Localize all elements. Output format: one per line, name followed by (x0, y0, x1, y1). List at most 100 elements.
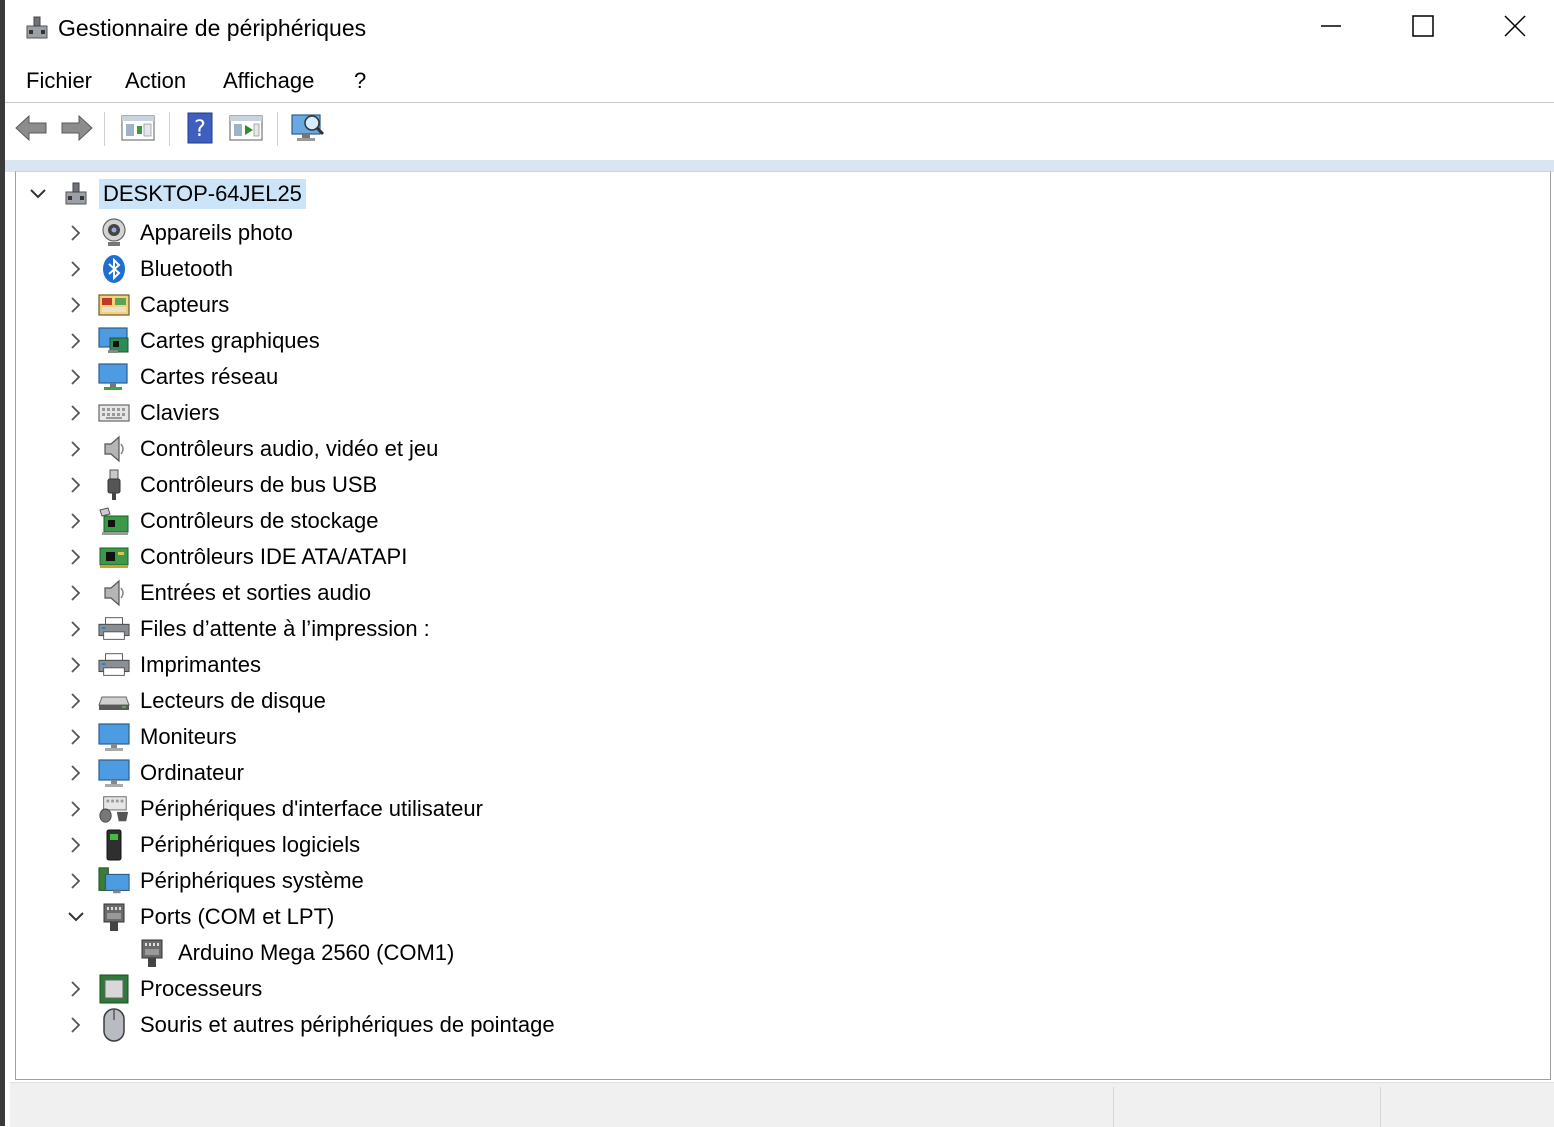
tree-category-label[interactable]: Claviers (140, 398, 219, 428)
update-driver-icon (229, 115, 263, 141)
properties-view-icon (121, 115, 155, 141)
camera-icon (98, 217, 130, 249)
chevron-right-icon (71, 369, 81, 385)
close-button[interactable] (1469, 0, 1554, 52)
tree-root-label[interactable]: DESKTOP-64JEL25 (99, 179, 306, 209)
category-expander[interactable] (66, 403, 86, 423)
tree-category-label[interactable]: Périphériques d'interface utilisateur (140, 794, 483, 824)
tree-category-label[interactable]: Entrées et sorties audio (140, 578, 371, 608)
bluetooth-icon (98, 253, 130, 285)
category-expander[interactable] (66, 547, 86, 567)
tree-category-label[interactable]: Processeurs (140, 974, 262, 1004)
category-expander[interactable] (66, 835, 86, 855)
properties-view-button[interactable] (120, 110, 156, 146)
storage-controller-icon (98, 505, 130, 537)
forward-arrow-icon (61, 114, 93, 142)
category-expander[interactable] (66, 223, 86, 243)
category-expander[interactable] (66, 799, 86, 819)
chevron-right-icon (71, 873, 81, 889)
chevron-right-icon (71, 657, 81, 673)
category-expander[interactable] (66, 871, 86, 891)
category-expander[interactable] (66, 475, 86, 495)
device-tree-panel[interactable]: DESKTOP-64JEL25 Appareils photo Bluetooth… (15, 171, 1551, 1080)
title-bar: Gestionnaire de périphériques (5, 0, 1554, 56)
tree-category-label[interactable]: Contrôleurs de bus USB (140, 470, 377, 500)
audio-io-icon (98, 577, 130, 609)
category-expander[interactable] (66, 727, 86, 747)
menu-action[interactable]: Action (119, 66, 192, 96)
category-expander[interactable] (66, 1015, 86, 1035)
disk-drive-icon (98, 685, 130, 717)
scan-hardware-button[interactable] (290, 110, 326, 146)
tree-category-label[interactable]: Imprimantes (140, 650, 261, 680)
tree-category-label[interactable]: Contrôleurs de stockage (140, 506, 378, 536)
category-expander[interactable] (66, 619, 86, 639)
menu-affichage[interactable]: Affichage (217, 66, 320, 96)
maximize-button[interactable] (1377, 0, 1469, 52)
tree-device-label[interactable]: Arduino Mega 2560 (COM1) (178, 938, 454, 968)
sensors-icon (98, 289, 130, 321)
tree-category-label[interactable]: Contrôleurs audio, vidéo et jeu (140, 434, 438, 464)
chevron-right-icon (71, 477, 81, 493)
chevron-right-icon (71, 549, 81, 565)
category-expander[interactable] (66, 691, 86, 711)
minimize-button[interactable] (1285, 0, 1377, 52)
chevron-right-icon (71, 621, 81, 637)
tree-category-label[interactable]: Lecteurs de disque (140, 686, 326, 716)
tree-category-label[interactable]: Appareils photo (140, 218, 293, 248)
tree-category-label[interactable]: Périphériques système (140, 866, 364, 896)
computer-icon (98, 757, 130, 789)
tree-category-label[interactable]: Moniteurs (140, 722, 237, 752)
category-expander[interactable] (66, 655, 86, 675)
chevron-right-icon (71, 405, 81, 421)
tree-category-label[interactable]: Bluetooth (140, 254, 233, 284)
chevron-down-icon (30, 189, 46, 199)
tree-category-label[interactable]: Capteurs (140, 290, 229, 320)
chevron-right-icon (71, 225, 81, 241)
menu-fichier[interactable]: Fichier (20, 66, 98, 96)
chevron-right-icon (71, 297, 81, 313)
category-expander[interactable] (66, 511, 86, 531)
category-expander[interactable] (66, 439, 86, 459)
category-expander[interactable] (66, 979, 86, 999)
forward-button[interactable] (59, 110, 95, 146)
tree-category-label[interactable]: Cartes graphiques (140, 326, 320, 356)
category-expander[interactable] (66, 583, 86, 603)
help-icon: ? (187, 112, 213, 144)
chevron-right-icon (71, 801, 81, 817)
chevron-right-icon (71, 441, 81, 457)
monitor-icon (98, 721, 130, 753)
usb-icon (98, 469, 130, 501)
chevron-right-icon (71, 837, 81, 853)
chevron-right-icon (71, 513, 81, 529)
tree-category-label[interactable]: Contrôleurs IDE ATA/ATAPI (140, 542, 407, 572)
category-expander[interactable] (66, 367, 86, 387)
display-adapter-icon (98, 325, 130, 357)
tree-category-label[interactable]: Files d’attente à l’impression : (140, 614, 430, 644)
tree-category-label[interactable]: Ordinateur (140, 758, 244, 788)
toolbar-separator (169, 112, 170, 146)
category-expander[interactable] (66, 763, 86, 783)
category-expander[interactable] (66, 259, 86, 279)
category-expander[interactable] (66, 907, 86, 927)
port-icon (136, 937, 168, 969)
status-divider (1113, 1087, 1114, 1127)
root-expander[interactable] (28, 184, 48, 204)
tree-category-label[interactable]: Souris et autres périphériques de pointa… (140, 1010, 555, 1040)
tree-category-label[interactable]: Cartes réseau (140, 362, 278, 392)
status-bar (10, 1082, 1554, 1127)
category-expander[interactable] (66, 331, 86, 351)
menu-help[interactable]: ? (348, 66, 372, 96)
tree-category-label[interactable]: Ports (COM et LPT) (140, 902, 334, 932)
tree-category-label[interactable]: Périphériques logiciels (140, 830, 360, 860)
chevron-right-icon (71, 333, 81, 349)
ide-controller-icon (98, 541, 130, 573)
back-button[interactable] (13, 110, 49, 146)
update-driver-button[interactable] (228, 110, 264, 146)
status-divider (1380, 1087, 1381, 1127)
category-expander[interactable] (66, 295, 86, 315)
scan-hardware-icon (291, 114, 325, 141)
maximize-icon (1412, 15, 1434, 37)
mouse-icon (98, 1008, 130, 1042)
help-button[interactable]: ? (182, 110, 218, 146)
